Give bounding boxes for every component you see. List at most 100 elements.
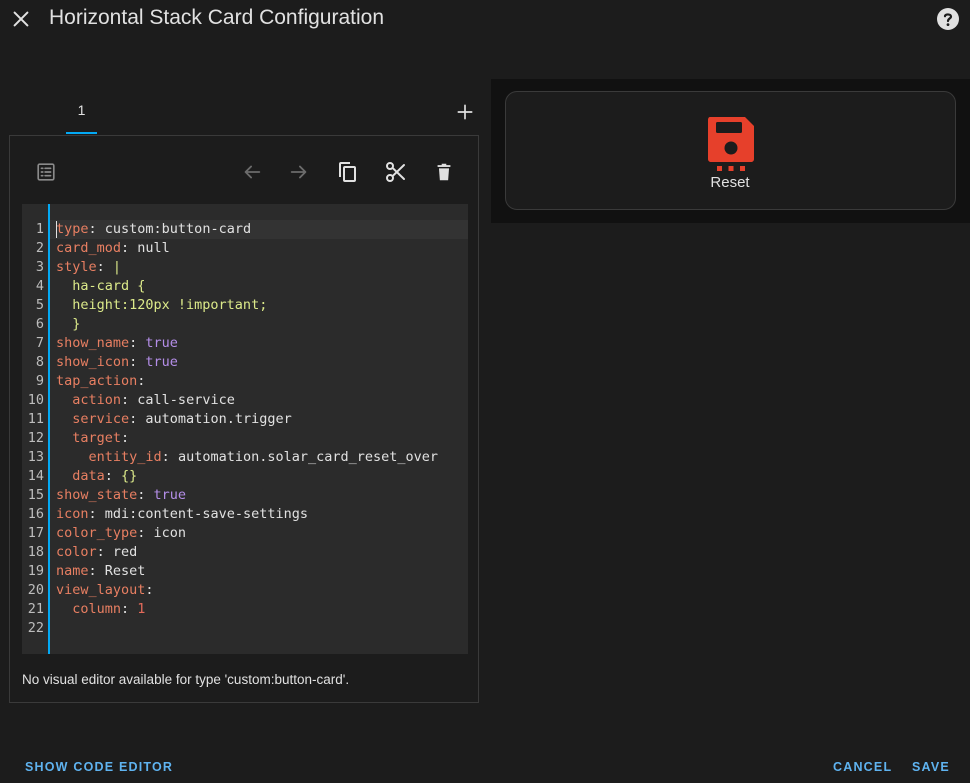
- line-number: 5: [35, 297, 44, 313]
- line-number: 1: [35, 221, 44, 237]
- delete-card-button[interactable]: [429, 157, 459, 187]
- text-cursor: [56, 221, 57, 238]
- tab-label: 1: [77, 102, 86, 118]
- code-line: 1 type: custom:button-card: [22, 220, 468, 239]
- line-content: color_type: icon: [56, 524, 186, 543]
- tab-card-1[interactable]: 1: [66, 96, 97, 134]
- code-token: :: [88, 506, 105, 522]
- line-number: 14: [27, 468, 44, 484]
- code-token: automation.trigger: [145, 411, 292, 427]
- line-content: color: red: [56, 543, 137, 562]
- code-token: :: [137, 487, 154, 503]
- code-token: action: [56, 392, 122, 408]
- line-number: 20: [27, 582, 44, 598]
- code-line: 15 show_state: true: [22, 486, 468, 505]
- line-content: name: Reset: [56, 562, 145, 581]
- line-content: ha-card {: [56, 277, 145, 296]
- toggle-visual-editor-button[interactable]: [31, 157, 61, 187]
- code-line: 19 name: Reset: [22, 562, 468, 581]
- save-button[interactable]: SAVE: [912, 760, 950, 774]
- help-button[interactable]: [935, 6, 961, 32]
- line-number: 15: [27, 487, 44, 503]
- code-token: type: [56, 221, 89, 237]
- code-line: 16 icon: mdi:content-save-settings: [22, 505, 468, 524]
- plus-icon: [457, 104, 473, 120]
- code-token: 1: [137, 601, 146, 617]
- code-token: {}: [121, 468, 138, 484]
- code-token: Reset: [104, 563, 146, 579]
- code-line: 20 view_layout:: [22, 581, 468, 600]
- code-token: true: [145, 335, 178, 351]
- line-number: 12: [27, 430, 44, 446]
- move-right-button[interactable]: [284, 157, 314, 187]
- code-token: :: [137, 525, 154, 541]
- code-line: 22: [22, 619, 468, 638]
- line-number: 17: [27, 525, 44, 541]
- line-content: data: {}: [56, 467, 137, 486]
- line-number: 11: [27, 411, 44, 427]
- copy-icon: [339, 162, 356, 182]
- code-token: name: [56, 563, 89, 579]
- code-token: true: [145, 354, 178, 370]
- list-box-icon: [37, 163, 55, 181]
- code-token: ha-card {: [56, 278, 146, 294]
- close-icon: [13, 11, 29, 27]
- code-token: :: [88, 221, 105, 237]
- code-token: :: [121, 601, 138, 617]
- line-content: show_icon: true: [56, 353, 178, 372]
- help-icon: [937, 8, 959, 30]
- line-number: 10: [27, 392, 44, 408]
- close-button[interactable]: [6, 4, 36, 34]
- line-content: style: |: [56, 258, 121, 277]
- line-number: 7: [35, 335, 44, 351]
- move-left-button[interactable]: [237, 157, 267, 187]
- add-card-button[interactable]: [451, 98, 479, 126]
- code-token: call-service: [137, 392, 235, 408]
- code-token: entity_id: [56, 449, 162, 465]
- code-token: true: [153, 487, 187, 503]
- code-token: :: [121, 392, 138, 408]
- code-token: }: [56, 316, 81, 332]
- code-token: :: [129, 335, 146, 351]
- code-token: service: [56, 411, 130, 427]
- line-number: 9: [35, 373, 44, 389]
- code-token: view_layout: [56, 582, 146, 598]
- code-token: :: [145, 582, 154, 598]
- line-content: view_layout:: [56, 581, 154, 600]
- code-token: height:120px !important;: [56, 297, 268, 313]
- line-content: target:: [56, 429, 129, 448]
- line-number: 8: [35, 354, 44, 370]
- line-number: 21: [27, 601, 44, 617]
- code-token: icon: [56, 506, 89, 522]
- line-number: 6: [35, 316, 44, 332]
- code-token: data: [56, 468, 105, 484]
- code-token: |: [112, 259, 122, 275]
- content-save-settings-icon: [705, 114, 757, 174]
- code-line: 4 ha-card {: [22, 277, 468, 296]
- line-content: icon: mdi:content-save-settings: [56, 505, 308, 524]
- line-content: show_state: true: [56, 486, 186, 505]
- cut-card-button[interactable]: [381, 157, 411, 187]
- code-token: :: [161, 449, 178, 465]
- line-number: 19: [27, 563, 44, 579]
- code-line: 8 show_icon: true: [22, 353, 468, 372]
- copy-card-button[interactable]: [332, 157, 362, 187]
- code-line: 21 column: 1: [22, 600, 468, 619]
- code-token: :: [137, 373, 146, 389]
- code-line: 18 color: red: [22, 543, 468, 562]
- code-line: 11 service: automation.trigger: [22, 410, 468, 429]
- cancel-button[interactable]: CANCEL: [833, 760, 892, 774]
- show-code-editor-button[interactable]: SHOW CODE EDITOR: [25, 760, 173, 774]
- dialog-title: Horizontal Stack Card Configuration: [49, 6, 384, 29]
- line-content: column: 1: [56, 600, 145, 619]
- code-token: color_type: [56, 525, 138, 541]
- code-token: :: [129, 411, 146, 427]
- code-line: 6 }: [22, 315, 468, 334]
- code-token: show_state: [56, 487, 138, 503]
- code-token: color: [56, 544, 97, 560]
- yaml-code-editor[interactable]: 1 type: custom:button-card 2 card_mod: null…: [22, 204, 468, 654]
- line-content: action: call-service: [56, 391, 235, 410]
- scissors-icon: [386, 162, 405, 182]
- code-line: 9 tap_action:: [22, 372, 468, 391]
- trash-icon: [437, 163, 451, 181]
